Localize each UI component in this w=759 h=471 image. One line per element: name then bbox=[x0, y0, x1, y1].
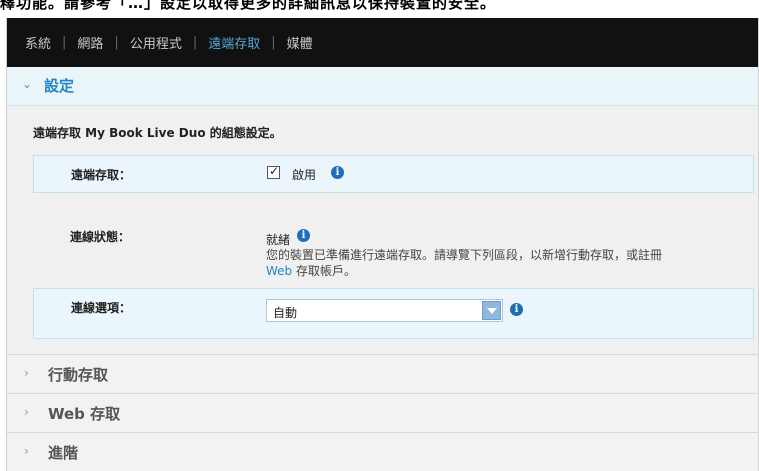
chevron-down-icon[interactable] bbox=[482, 301, 501, 320]
connection-status-value: 就緒 bbox=[266, 233, 291, 247]
remote-access-value: 啟用 bbox=[292, 168, 317, 182]
top-cut-text: 釋功能。請參考「…」設定以取得更多的詳細訊息以保持裝置的安全。 bbox=[0, 0, 759, 18]
web-access-section-title: Web 存取 bbox=[48, 405, 121, 423]
top-cut-text-content: 釋功能。請參考「…」設定以取得更多的詳細訊息以保持裝置的安全。 bbox=[0, 0, 497, 12]
web-access-link[interactable]: Web bbox=[266, 264, 292, 278]
remote-access-checkbox[interactable] bbox=[267, 164, 280, 179]
connection-status-message-line2: 存取帳戶。 bbox=[292, 264, 356, 278]
settings-description: 遠端存取 My Book Live Duo 的組態設定。 bbox=[33, 126, 282, 140]
settings-section-header[interactable]: ⌄ 設定 bbox=[7, 67, 758, 106]
connection-status-label: 連線狀態： bbox=[70, 230, 131, 244]
nav-item-remote-access[interactable]: 遠端存取 bbox=[208, 33, 260, 52]
remote-access-row: 遠端存取： 啟用 i bbox=[33, 155, 754, 193]
web-access-section-header[interactable]: › Web 存取 bbox=[7, 393, 758, 432]
nav-separator: | bbox=[271, 35, 276, 50]
mobile-access-section-header[interactable]: › 行動存取 bbox=[7, 354, 758, 393]
nav-item-media[interactable]: 媒體 bbox=[287, 33, 313, 52]
chevron-down-icon: ⌄ bbox=[22, 77, 33, 91]
settings-section-title: 設定 bbox=[44, 77, 75, 95]
info-icon[interactable]: i bbox=[510, 303, 523, 316]
advanced-section-title: 進階 bbox=[48, 444, 79, 462]
nav-item-network[interactable]: 網路 bbox=[77, 33, 103, 52]
connection-option-select[interactable]: 自動 bbox=[266, 299, 503, 322]
remote-access-label: 遠端存取： bbox=[71, 168, 132, 182]
remote-access-page: 系統 | 網路 | 公用程式 | 遠端存取 | 媒體 ⌄ 設定 遠端存取 My … bbox=[6, 18, 759, 471]
chevron-right-icon: › bbox=[24, 405, 29, 419]
nav-item-utilities[interactable]: 公用程式 bbox=[130, 33, 182, 52]
advanced-section-header[interactable]: › 進階 bbox=[7, 432, 758, 471]
info-icon[interactable]: i bbox=[297, 229, 310, 242]
settings-panel: 遠端存取 My Book Live Duo 的組態設定。 遠端存取： 啟用 i … bbox=[7, 106, 758, 354]
nav-separator: | bbox=[62, 35, 67, 50]
nav-separator: | bbox=[114, 35, 119, 50]
chevron-right-icon: › bbox=[24, 444, 29, 458]
connection-option-row: 連線選項： 自動 i bbox=[33, 288, 754, 339]
info-icon[interactable]: i bbox=[331, 166, 344, 179]
top-nav-bar: 系統 | 網路 | 公用程式 | 遠端存取 | 媒體 bbox=[7, 18, 758, 67]
chevron-right-icon: › bbox=[24, 366, 29, 380]
connection-option-label: 連線選項： bbox=[71, 301, 132, 315]
nav-separator: | bbox=[192, 35, 198, 50]
connection-status-message-line1: 您的裝置已準備進行遠端存取。請導覽下列區段，以新增行動存取，或註冊 bbox=[266, 248, 663, 262]
mobile-access-section-title: 行動存取 bbox=[48, 366, 109, 384]
connection-option-selected: 自動 bbox=[273, 306, 298, 320]
connection-status-message: 您的裝置已準備進行遠端存取。請導覽下列區段，以新增行動存取，或註冊 Web 存取… bbox=[266, 247, 746, 279]
nav-item-system[interactable]: 系統 bbox=[25, 33, 51, 52]
